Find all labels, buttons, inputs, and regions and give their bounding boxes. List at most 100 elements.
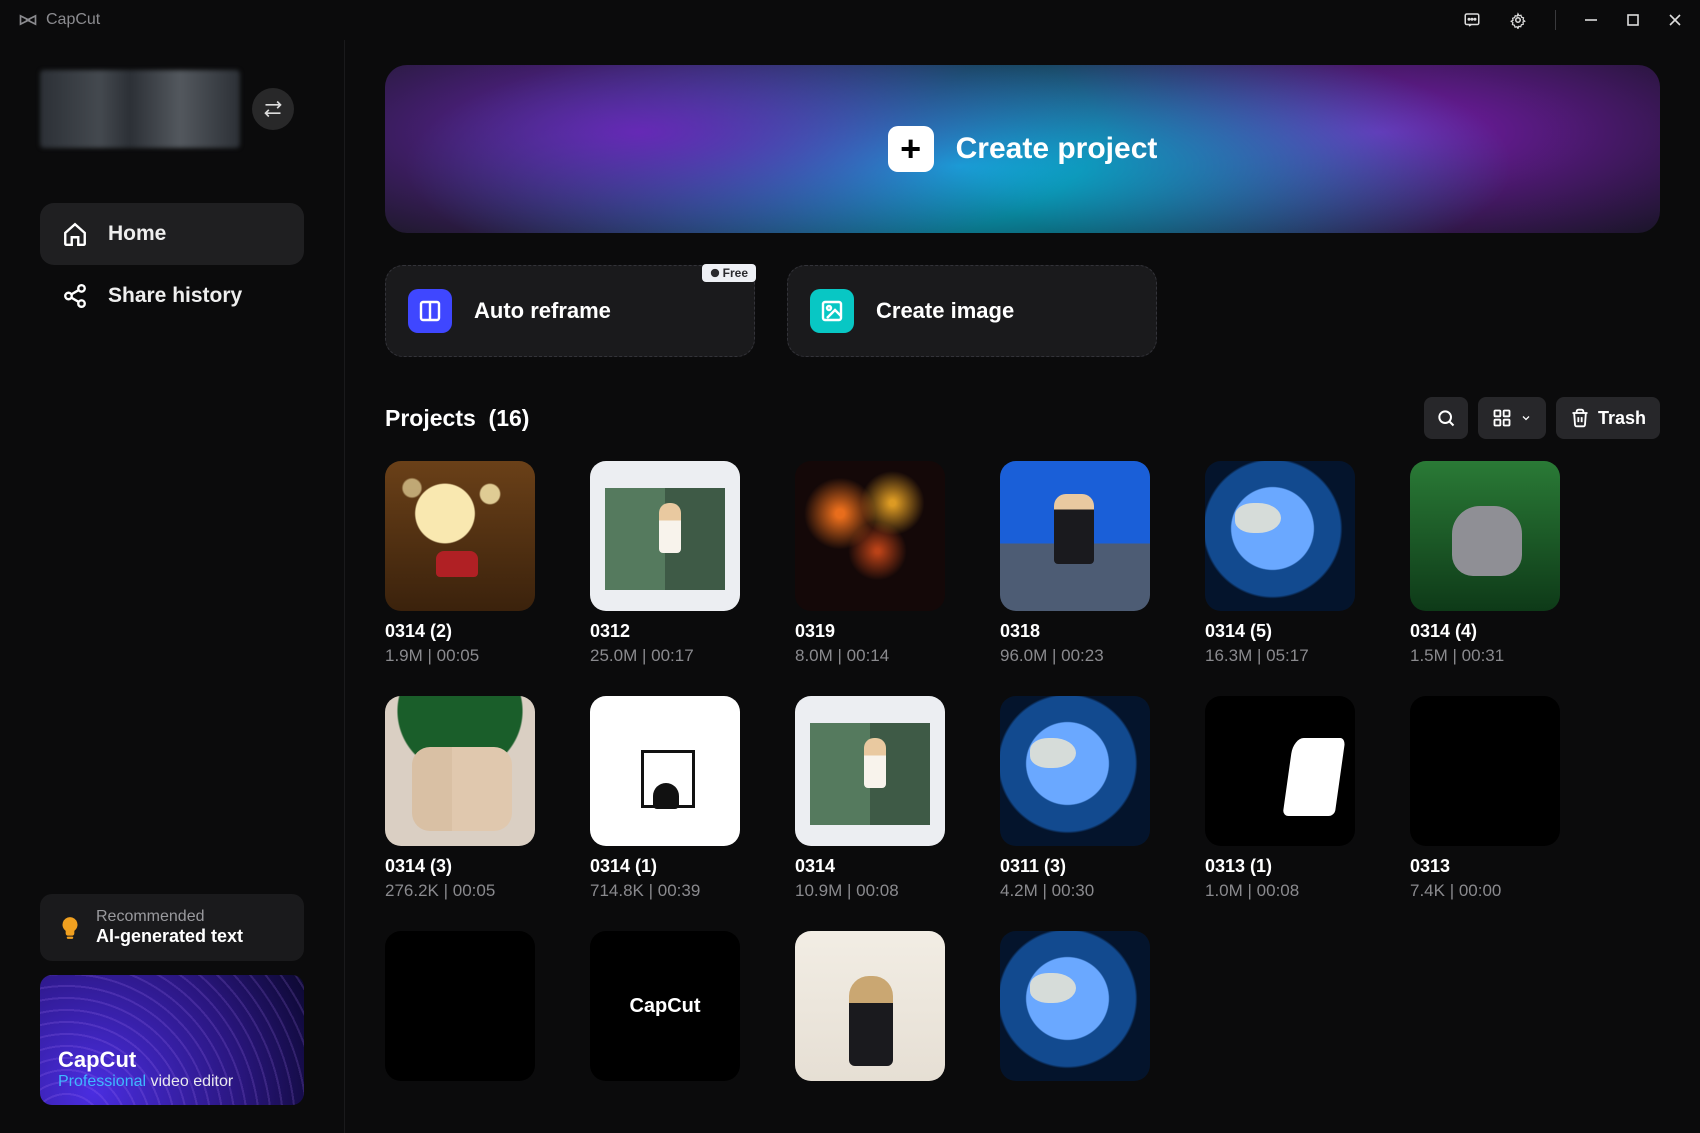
project-thumbnail <box>590 696 740 846</box>
project-card[interactable]: 0318 96.0M | 00:23 <box>1000 461 1150 666</box>
home-icon <box>62 221 88 247</box>
project-card[interactable]: 0312 25.0M | 00:17 <box>590 461 740 666</box>
projects-title: Projects (16) <box>385 405 529 432</box>
sidebar-item-share-history[interactable]: Share history <box>40 265 304 327</box>
project-name: 0314 (1) <box>590 856 740 877</box>
project-thumbnail <box>1205 696 1355 846</box>
project-name: 0313 (1) <box>1205 856 1355 877</box>
project-meta: 1.5M | 00:31 <box>1410 646 1560 666</box>
create-project-hero[interactable]: + Create project <box>385 65 1660 233</box>
project-name: 0312 <box>590 621 740 642</box>
project-name: 0314 (2) <box>385 621 535 642</box>
project-thumbnail <box>1000 931 1150 1081</box>
titlebar <box>0 0 1700 40</box>
project-thumbnail <box>1410 696 1560 846</box>
project-thumbnail <box>795 931 945 1081</box>
project-meta: 8.0M | 00:14 <box>795 646 945 666</box>
recommended-eyebrow: Recommended <box>96 908 243 926</box>
window-minimize-button[interactable] <box>1584 13 1598 27</box>
window-close-button[interactable] <box>1668 13 1682 27</box>
project-card[interactable]: 0313 (1) 1.0M | 00:08 <box>1205 696 1355 901</box>
project-meta: 276.2K | 00:05 <box>385 881 535 901</box>
project-card[interactable] <box>795 931 945 1081</box>
create-image-card[interactable]: Create image <box>787 265 1157 357</box>
project-card[interactable]: 0314 (1) 714.8K | 00:39 <box>590 696 740 901</box>
profile-thumbnail <box>40 70 240 148</box>
lightbulb-icon <box>56 914 84 942</box>
project-meta: 4.2M | 00:30 <box>1000 881 1150 901</box>
search-button[interactable] <box>1424 397 1468 439</box>
project-meta: 10.9M | 00:08 <box>795 881 945 901</box>
project-meta: 25.0M | 00:17 <box>590 646 740 666</box>
auto-reframe-icon <box>408 289 452 333</box>
project-card[interactable]: 0311 (3) 4.2M | 00:30 <box>1000 696 1150 901</box>
project-meta: 1.9M | 00:05 <box>385 646 535 666</box>
view-toggle-button[interactable] <box>1478 397 1546 439</box>
project-thumbnail <box>385 461 535 611</box>
trash-button[interactable]: Trash <box>1556 397 1660 439</box>
sidebar-item-home[interactable]: Home <box>40 203 304 265</box>
project-thumbnail <box>385 931 535 1081</box>
action-label: Auto reframe <box>474 298 611 324</box>
promo-subtitle: Professional video editor <box>58 1073 286 1091</box>
chevron-down-icon <box>1520 412 1532 424</box>
project-meta: 714.8K | 00:39 <box>590 881 740 901</box>
project-meta: 7.4K | 00:00 <box>1410 881 1560 901</box>
recommended-title: AI-generated text <box>96 926 243 947</box>
project-name: 0314 <box>795 856 945 877</box>
project-card[interactable]: 0314 (3) 276.2K | 00:05 <box>385 696 535 901</box>
project-name: 0318 <box>1000 621 1150 642</box>
promo-title: CapCut <box>58 1047 286 1073</box>
project-thumbnail <box>590 461 740 611</box>
free-badge: Free <box>702 264 756 282</box>
project-thumbnail <box>795 461 945 611</box>
share-icon <box>62 283 88 309</box>
app-brand: CapCut <box>18 10 100 30</box>
create-project-label: Create project <box>956 132 1158 166</box>
project-name: 0319 <box>795 621 945 642</box>
project-card[interactable]: 0314 (5) 16.3M | 05:17 <box>1205 461 1355 666</box>
sidebar: Home Share history Recommended AI-genera… <box>0 40 345 1133</box>
project-thumbnail <box>1000 696 1150 846</box>
project-card[interactable]: 0313 7.4K | 00:00 <box>1410 696 1560 901</box>
project-thumbnail: CapCut <box>590 931 740 1081</box>
project-card[interactable]: 0314 (2) 1.9M | 00:05 <box>385 461 535 666</box>
sidebar-item-label: Share history <box>108 284 242 308</box>
project-card[interactable]: 0314 (4) 1.5M | 00:31 <box>1410 461 1560 666</box>
project-thumbnail <box>1000 461 1150 611</box>
sidebar-item-label: Home <box>108 222 166 246</box>
create-image-icon <box>810 289 854 333</box>
project-thumbnail <box>1205 461 1355 611</box>
project-name: 0314 (4) <box>1410 621 1560 642</box>
auto-reframe-card[interactable]: Free Auto reframe <box>385 265 755 357</box>
project-meta: 1.0M | 00:08 <box>1205 881 1355 901</box>
project-meta: 16.3M | 05:17 <box>1205 646 1355 666</box>
app-name: CapCut <box>46 11 100 29</box>
project-card[interactable] <box>385 931 535 1081</box>
project-name: 0314 (5) <box>1205 621 1355 642</box>
projects-header: Projects (16) Trash <box>385 397 1660 439</box>
action-row: Free Auto reframe Create image <box>385 265 1660 357</box>
project-thumbnail <box>1410 461 1560 611</box>
profile-area <box>40 70 304 148</box>
project-card[interactable]: CapCut <box>590 931 740 1081</box>
project-thumbnail <box>795 696 945 846</box>
project-card[interactable]: 0314 10.9M | 00:08 <box>795 696 945 901</box>
recommended-card[interactable]: Recommended AI-generated text <box>40 894 304 961</box>
project-thumbnail <box>385 696 535 846</box>
projects-grid: 0314 (2)1.9M | 00:05031225.0M | 00:17031… <box>385 461 1660 1081</box>
trash-icon <box>1570 408 1590 428</box>
project-name: 0314 (3) <box>385 856 535 877</box>
switch-account-button[interactable] <box>252 88 294 130</box>
feedback-icon[interactable] <box>1463 11 1481 29</box>
promo-card[interactable]: CapCut Professional video editor <box>40 975 304 1105</box>
project-name: 0311 (3) <box>1000 856 1150 877</box>
action-label: Create image <box>876 298 1014 324</box>
project-card[interactable] <box>1000 931 1150 1081</box>
project-meta: 96.0M | 00:23 <box>1000 646 1150 666</box>
settings-icon[interactable] <box>1509 11 1527 29</box>
window-maximize-button[interactable] <box>1626 13 1640 27</box>
project-card[interactable]: 0319 8.0M | 00:14 <box>795 461 945 666</box>
plus-icon: + <box>888 126 934 172</box>
project-name: 0313 <box>1410 856 1560 877</box>
